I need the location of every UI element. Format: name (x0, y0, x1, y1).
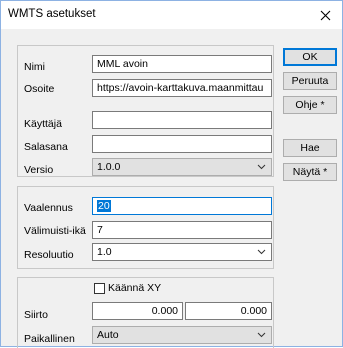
wmts-settings-dialog: WMTS asetukset Nimi MML avoin Osoite htt… (0, 0, 343, 348)
fade-value: 20 (97, 200, 111, 212)
connection-group: Nimi MML avoin Osoite https://avoin-kart… (17, 45, 274, 177)
offset-y-field[interactable]: 0.000 (185, 302, 272, 320)
title-bar: WMTS asetukset (1, 1, 342, 29)
chevron-down-icon (257, 164, 266, 170)
cache-age-field[interactable]: 7 (92, 221, 272, 239)
local-value: Auto (97, 329, 119, 341)
address-field[interactable]: https://avoin-karttakuva.maanmittau (92, 79, 272, 97)
password-field[interactable] (92, 135, 272, 153)
fetch-button[interactable]: Hae (283, 139, 337, 157)
chevron-down-icon (257, 332, 266, 338)
resolution-select[interactable]: 1.0 (92, 243, 272, 261)
password-label: Salasana (24, 141, 68, 153)
local-select[interactable]: Auto (92, 326, 272, 344)
flip-xy-checkbox[interactable] (94, 283, 105, 294)
resolution-value: 1.0 (97, 246, 112, 258)
resolution-label: Resoluutio (24, 249, 74, 261)
offset-label: Siirto (24, 309, 48, 321)
cache-age-label: Välimuisti-ikä (24, 225, 86, 237)
flip-xy-label: Käännä XY (108, 282, 162, 294)
fade-field[interactable]: 20 (92, 197, 272, 215)
local-label: Paikallinen (24, 333, 75, 345)
user-label: Käyttäjä (24, 118, 62, 130)
ok-button[interactable]: OK (283, 48, 337, 66)
version-select[interactable]: 1.0.0 (92, 158, 272, 176)
offset-x-field[interactable]: 0.000 (92, 302, 183, 320)
display-group: Vaalennus 20 Välimuisti-ikä 7 Resoluutio… (17, 186, 274, 269)
chevron-down-icon (257, 249, 266, 255)
address-label: Osoite (24, 83, 55, 95)
close-button[interactable] (308, 1, 342, 29)
show-button[interactable]: Näytä * (283, 163, 337, 181)
close-icon (320, 10, 330, 20)
user-field[interactable] (92, 111, 272, 129)
version-value: 1.0.0 (97, 161, 121, 173)
cancel-button[interactable]: Peruuta (283, 72, 337, 90)
fade-label: Vaalennus (24, 202, 73, 214)
window-title: WMTS asetukset (8, 8, 96, 20)
name-label: Nimi (24, 61, 45, 73)
name-field[interactable]: MML avoin (92, 55, 272, 73)
position-group: Käännä XY Siirto 0.000 0.000 Paikallinen… (17, 277, 274, 348)
version-label: Versio (24, 164, 54, 176)
help-button[interactable]: Ohje * (283, 96, 337, 114)
